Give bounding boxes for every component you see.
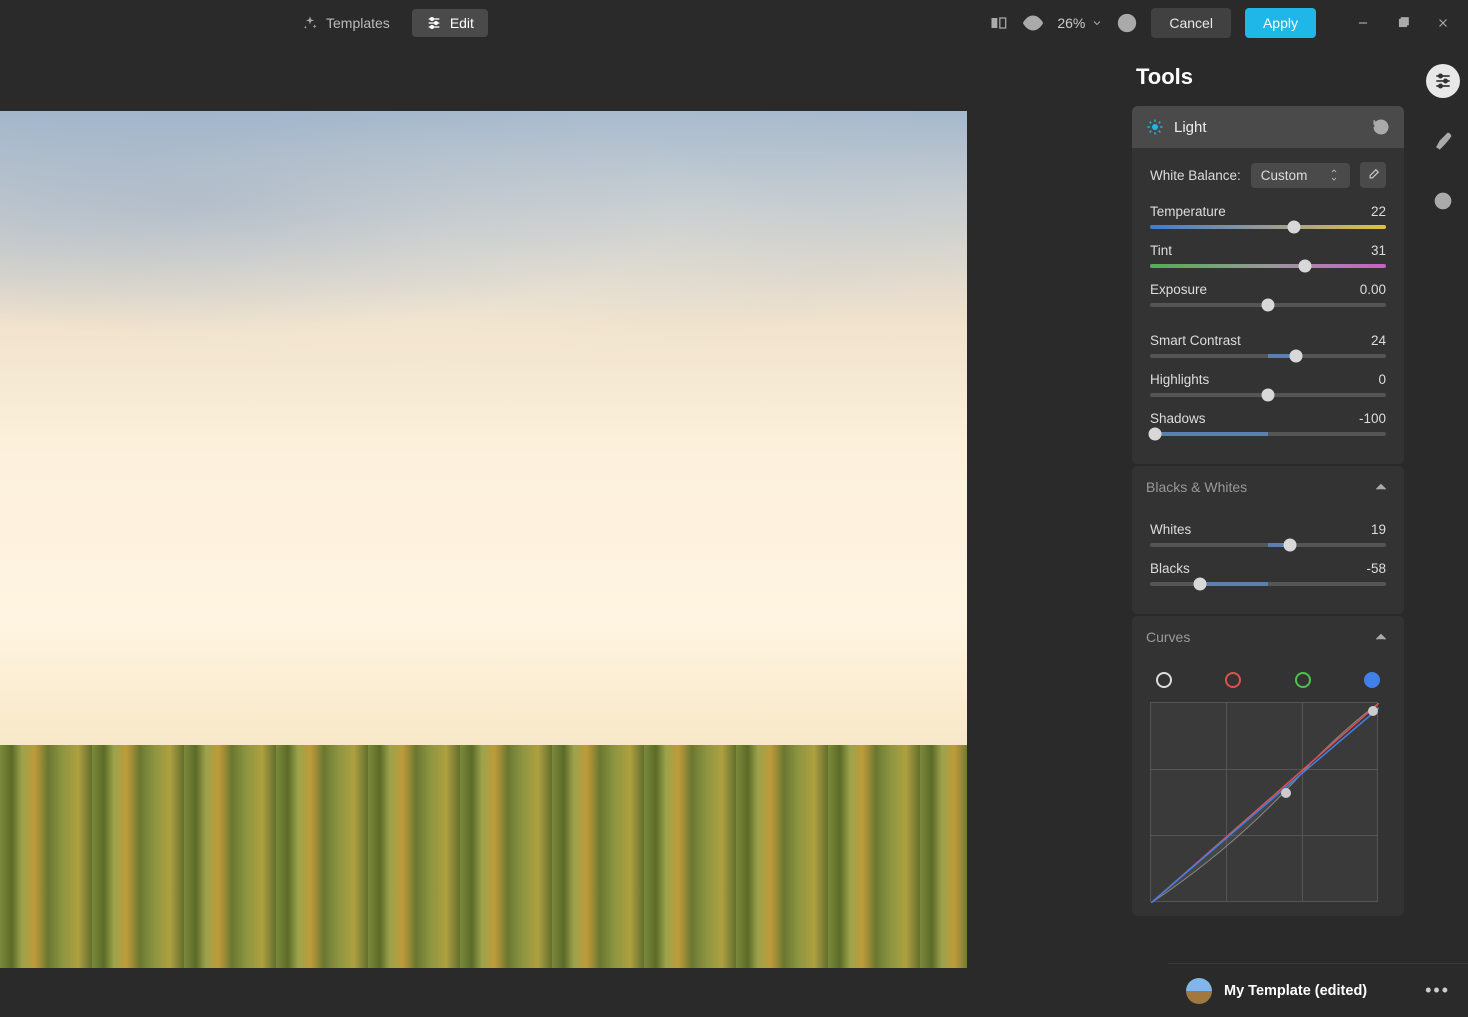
more-button[interactable]: ••• (1425, 980, 1450, 1001)
white-balance-select[interactable]: Custom (1251, 163, 1350, 188)
brush-icon (1433, 131, 1453, 151)
white-balance-value: Custom (1261, 168, 1308, 183)
image-preview[interactable] (0, 111, 967, 968)
top-toolbar: Templates Edit 26% Cancel Apply (0, 0, 1468, 46)
sparkle-icon (302, 15, 318, 31)
section-curves: Curves (1132, 616, 1404, 916)
right-tab-brush[interactable] (1426, 124, 1460, 158)
tab-templates[interactable]: Templates (288, 9, 404, 37)
slider-blacks[interactable]: Blacks-58 (1150, 561, 1386, 586)
select-chevron-icon (1328, 169, 1340, 181)
tab-edit[interactable]: Edit (412, 9, 488, 37)
right-tab-adjustments[interactable] (1426, 64, 1460, 98)
chevron-down-icon (1091, 17, 1103, 29)
section-blacks-whites-title: Blacks & Whites (1146, 479, 1362, 495)
section-curves-title: Curves (1146, 629, 1362, 645)
close-icon[interactable] (1436, 16, 1450, 30)
minimize-icon[interactable] (1356, 16, 1370, 30)
section-light-title: Light (1174, 119, 1362, 136)
adjustments-icon (1433, 71, 1453, 91)
panel-title: Tools (1132, 64, 1404, 90)
reset-icon[interactable] (1372, 118, 1390, 136)
right-sidebar: Tools Light White Balance: Custom (1118, 46, 1468, 1017)
canvas-area (0, 46, 1118, 1017)
history-icon (1433, 191, 1453, 211)
white-balance-label: White Balance: (1150, 168, 1241, 183)
eyedropper-button[interactable] (1360, 162, 1386, 188)
chevron-up-icon (1372, 628, 1390, 646)
curves-svg (1151, 703, 1379, 903)
curve-channel-red[interactable] (1225, 672, 1241, 688)
slider-smart-contrast[interactable]: Smart Contrast24 (1150, 333, 1386, 358)
curve-channel-green[interactable] (1295, 672, 1311, 688)
section-curves-header[interactable]: Curves (1132, 616, 1404, 658)
template-thumb (1186, 978, 1212, 1004)
bottom-bar: My Template (edited) ••• (1168, 963, 1468, 1017)
apply-button[interactable]: Apply (1245, 8, 1316, 38)
slider-exposure[interactable]: Exposure0.00 (1150, 282, 1386, 307)
sun-icon (1146, 118, 1164, 136)
section-light: Light White Balance: Custom Temperature2… (1132, 106, 1404, 464)
slider-shadows[interactable]: Shadows-100 (1150, 411, 1386, 436)
slider-whites[interactable]: Whites19 (1150, 522, 1386, 547)
sliders-icon (426, 15, 442, 31)
curves-graph[interactable] (1150, 702, 1378, 902)
section-blacks-whites-header[interactable]: Blacks & Whites (1132, 466, 1404, 508)
cancel-button[interactable]: Cancel (1151, 8, 1231, 38)
slider-highlights[interactable]: Highlights0 (1150, 372, 1386, 397)
right-tab-history[interactable] (1426, 184, 1460, 218)
maximize-icon[interactable] (1396, 16, 1410, 30)
chevron-up-icon (1372, 478, 1390, 496)
slider-temperature[interactable]: Temperature22 (1150, 204, 1386, 229)
slider-tint[interactable]: Tint31 (1150, 243, 1386, 268)
zoom-display[interactable]: 26% (1057, 15, 1103, 31)
zoom-value: 26% (1057, 15, 1085, 31)
info-icon[interactable] (1117, 13, 1137, 33)
tab-templates-label: Templates (326, 15, 390, 31)
tab-edit-label: Edit (450, 15, 474, 31)
section-blacks-whites: Blacks & Whites Whites19 Blacks-58 (1132, 466, 1404, 614)
section-light-header[interactable]: Light (1132, 106, 1404, 148)
curve-channel-luma[interactable] (1156, 672, 1172, 688)
compare-icon[interactable] (989, 13, 1009, 33)
template-name: My Template (edited) (1224, 983, 1413, 999)
eye-icon[interactable] (1023, 13, 1043, 33)
curve-channel-blue[interactable] (1364, 672, 1380, 688)
eyedropper-icon (1366, 168, 1380, 182)
